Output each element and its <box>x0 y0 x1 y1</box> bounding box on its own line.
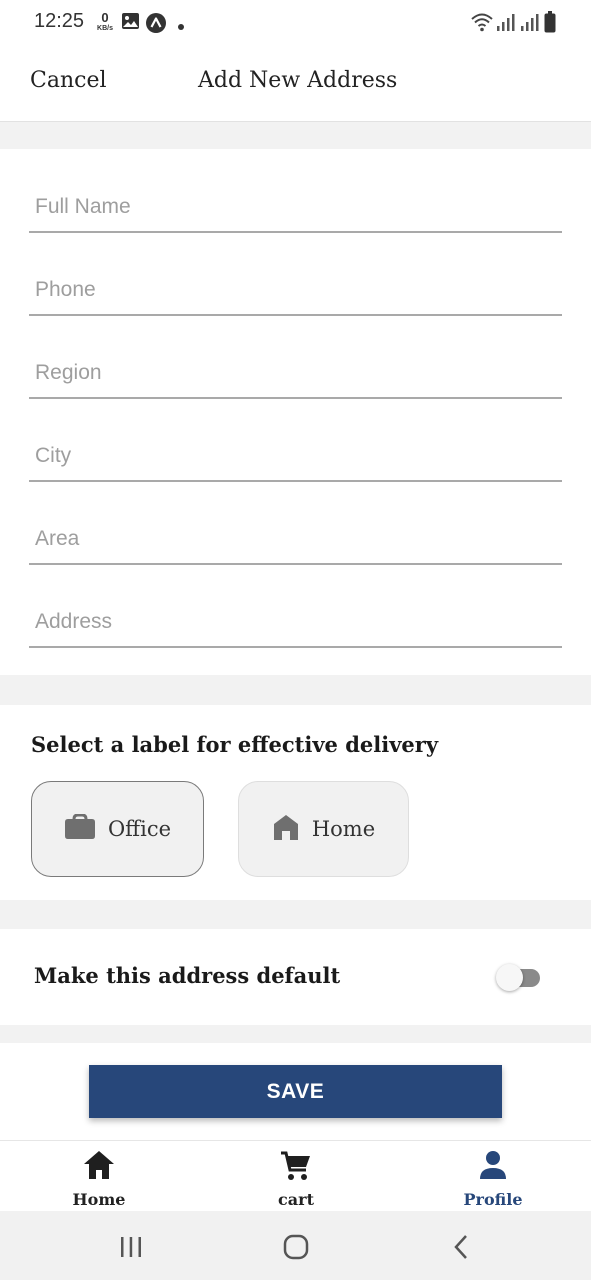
app-notification-icon <box>145 12 167 39</box>
dot-icon <box>177 18 185 36</box>
network-speed-value: 0 <box>101 10 109 25</box>
briefcase-icon <box>64 813 96 845</box>
save-area: SAVE <box>0 1043 591 1140</box>
network-speed-unit: KB/s <box>97 25 113 32</box>
full-name-input[interactable] <box>35 195 555 219</box>
home-circle-icon[interactable] <box>283 1234 309 1265</box>
nav-item-cart[interactable]: cart <box>236 1141 356 1212</box>
address-input[interactable] <box>35 610 555 634</box>
label-section-heading: Select a label for effective delivery <box>31 732 439 757</box>
wifi-icon <box>470 11 494 38</box>
back-icon[interactable] <box>452 1234 470 1265</box>
section-divider <box>0 675 591 705</box>
city-field <box>29 424 562 482</box>
region-input[interactable] <box>35 361 555 385</box>
bottom-navigation: Home cart Profile <box>0 1140 591 1211</box>
default-address-section: Make this address default <box>0 929 591 1025</box>
label-section: Select a label for effective delivery Of… <box>0 705 591 900</box>
section-divider <box>0 122 591 149</box>
signal-icon <box>520 12 540 37</box>
label-option-text: Home <box>311 817 376 841</box>
cart-icon <box>280 1150 312 1187</box>
region-field <box>29 341 562 399</box>
address-field <box>29 590 562 648</box>
battery-icon <box>544 11 556 38</box>
cancel-button[interactable]: Cancel <box>30 68 107 93</box>
section-divider <box>0 1025 591 1043</box>
save-button[interactable]: SAVE <box>89 1065 502 1118</box>
nav-label: Profile <box>463 1190 523 1209</box>
nav-label: cart <box>278 1190 314 1209</box>
home-icon <box>272 813 300 846</box>
address-form <box>0 149 591 675</box>
nav-item-profile[interactable]: Profile <box>433 1141 553 1212</box>
status-time: 12:25 <box>34 10 85 32</box>
status-bar: 12:25 0 KB/s <box>0 0 591 44</box>
phone-field <box>29 258 562 316</box>
phone-input[interactable] <box>35 278 555 302</box>
default-address-label: Make this address default <box>34 963 341 988</box>
page-title: Add New Address <box>198 68 398 93</box>
city-input[interactable] <box>35 444 555 468</box>
default-address-toggle[interactable] <box>496 964 542 991</box>
toggle-thumb <box>496 964 523 991</box>
label-option-home[interactable]: Home <box>238 781 409 877</box>
image-icon <box>121 12 140 35</box>
area-field <box>29 507 562 565</box>
label-option-office[interactable]: Office <box>31 781 204 877</box>
nav-label: Home <box>72 1190 126 1209</box>
nav-item-home[interactable]: Home <box>39 1141 159 1212</box>
full-name-field <box>29 175 562 233</box>
area-input[interactable] <box>35 527 555 551</box>
header: Cancel Add New Address <box>0 44 591 122</box>
person-icon <box>478 1150 508 1185</box>
label-option-text: Office <box>107 817 172 841</box>
home-icon <box>83 1150 115 1185</box>
recents-icon[interactable] <box>119 1236 143 1263</box>
section-divider <box>0 900 591 929</box>
network-speed: 0 KB/s <box>93 11 117 32</box>
signal-icon <box>496 12 516 37</box>
system-navigation-bar <box>0 1211 591 1280</box>
